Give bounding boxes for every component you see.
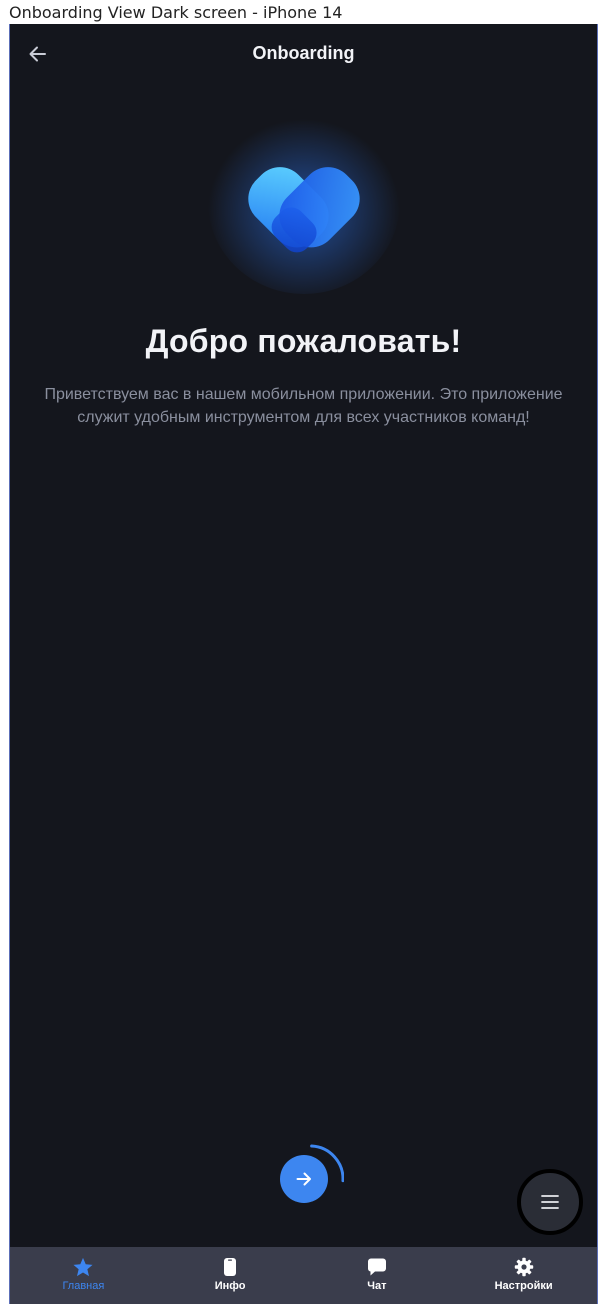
phone-screen: Onboarding Добро пожаловать! Приветствуе… (9, 24, 598, 1304)
page-title: Onboarding (252, 43, 355, 63)
menu-icon (541, 1195, 559, 1209)
menu-fab-button[interactable] (517, 1169, 583, 1235)
tab-settings-label: Настройки (494, 1280, 553, 1292)
gear-icon (514, 1257, 533, 1277)
header: Onboarding (10, 24, 597, 84)
welcome-title: Добро пожаловать! (145, 323, 462, 359)
frame-title: Onboarding View Dark screen - iPhone 14 (9, 3, 343, 22)
welcome-text: Приветствуем вас в нашем мобильном прило… (44, 386, 563, 426)
heart-logo-icon (208, 110, 400, 294)
arrow-right-icon (296, 1172, 311, 1186)
chat-icon (367, 1258, 386, 1276)
tab-bar: Главная Инфо Чат Настройки (10, 1247, 597, 1304)
tab-info[interactable]: Инфо (157, 1247, 304, 1304)
next-button[interactable] (280, 1155, 328, 1203)
next-button-wrap (274, 1138, 344, 1208)
star-icon (73, 1257, 93, 1277)
tab-home-label: Главная (62, 1280, 105, 1292)
phone-icon (224, 1258, 237, 1276)
tab-settings[interactable]: Настройки (450, 1247, 597, 1304)
tab-chat[interactable]: Чат (304, 1247, 451, 1304)
tab-chat-label: Чат (367, 1280, 387, 1292)
tab-home[interactable]: Главная (10, 1247, 157, 1304)
tab-info-label: Инфо (214, 1280, 246, 1292)
